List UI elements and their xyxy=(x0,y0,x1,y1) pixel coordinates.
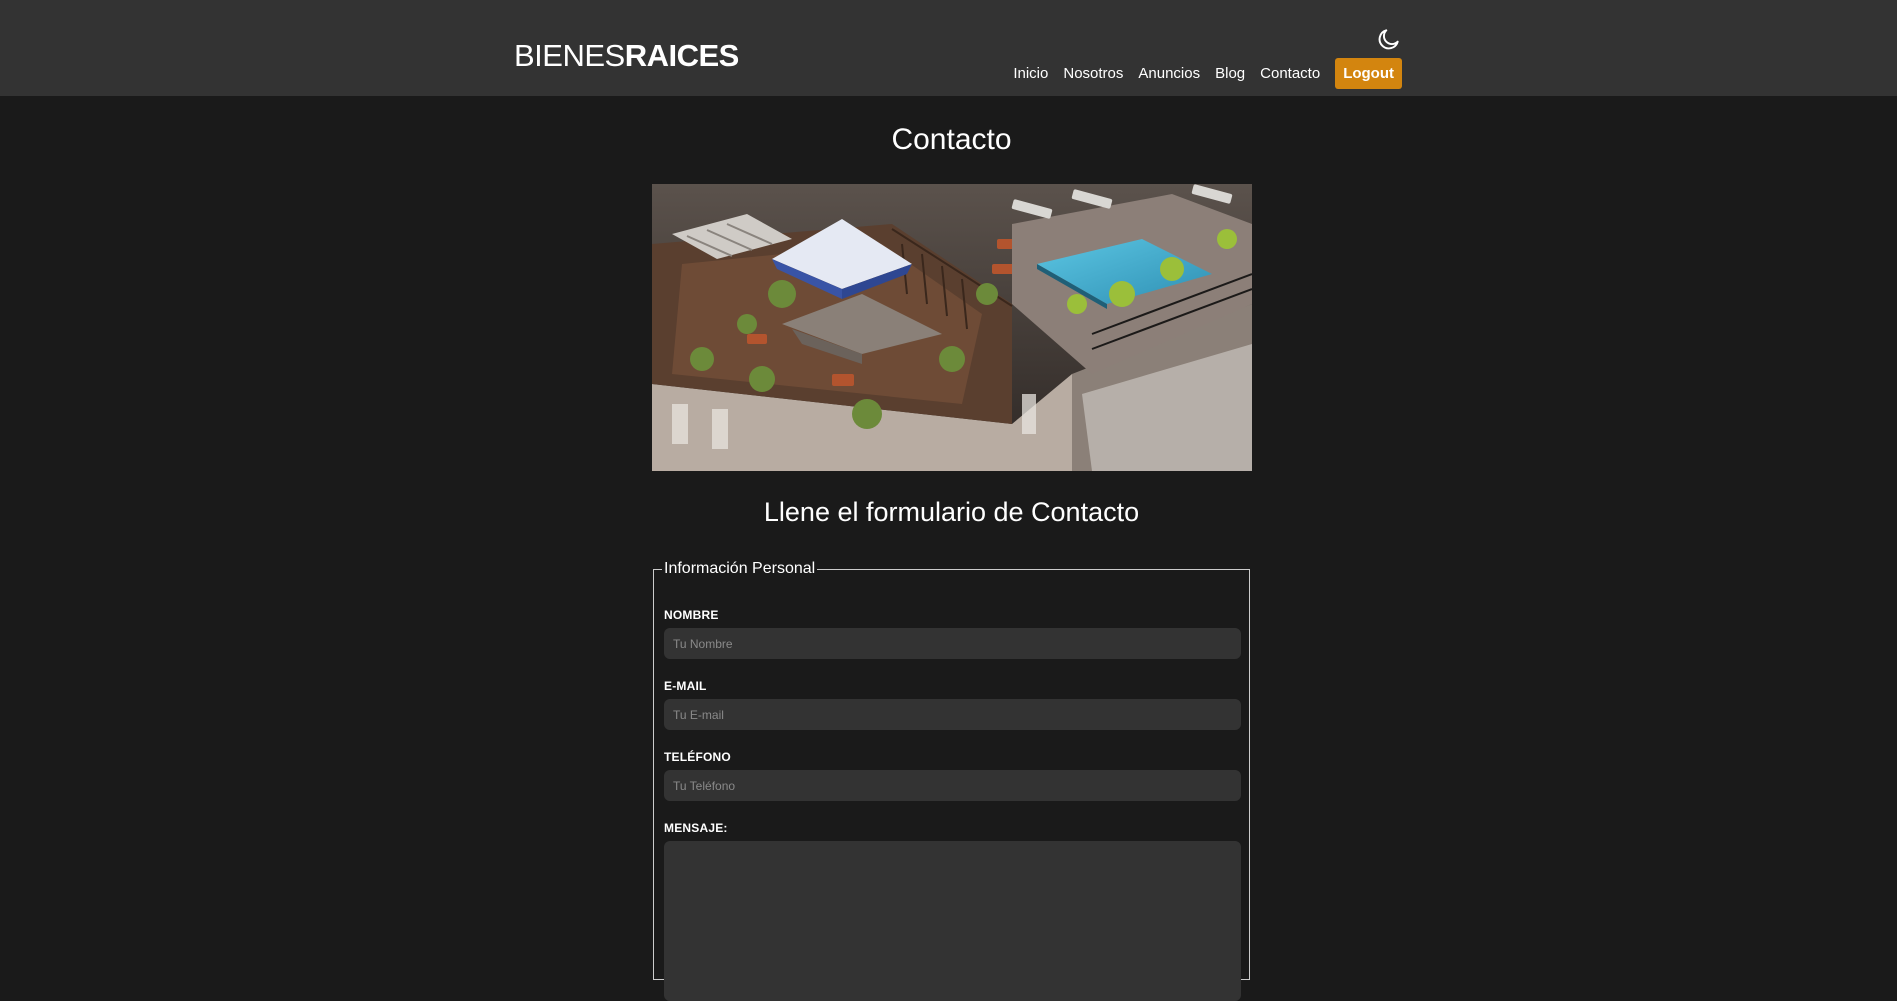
nav-contacto[interactable]: Contacto xyxy=(1260,65,1320,82)
nav-blog[interactable]: Blog xyxy=(1215,65,1245,82)
moon-icon[interactable] xyxy=(1376,26,1402,52)
email-label: E-mail xyxy=(664,679,707,693)
logout-button[interactable]: Logout xyxy=(1335,57,1402,89)
main-nav: Inicio Nosotros Anuncios Blog Contacto L… xyxy=(1013,57,1402,89)
telefono-label: Teléfono xyxy=(664,750,731,764)
nav-anuncios[interactable]: Anuncios xyxy=(1138,65,1200,82)
nombre-input[interactable] xyxy=(664,628,1241,659)
hero-image xyxy=(652,184,1252,471)
fieldset-legend: Información Personal xyxy=(664,560,816,577)
form-title: Llene el formulario de Contacto xyxy=(763,497,1140,527)
nav-inicio[interactable]: Inicio xyxy=(1013,65,1048,82)
mensaje-textarea[interactable] xyxy=(664,841,1241,1001)
logo-light-text: BIENES xyxy=(514,38,625,73)
page-title: Contacto xyxy=(891,123,1012,156)
site-header: BIENESRAICES Inicio Nosotros Anuncios Bl… xyxy=(0,0,1897,96)
site-logo[interactable]: BIENESRAICES xyxy=(514,36,739,76)
nav-nosotros[interactable]: Nosotros xyxy=(1063,65,1123,82)
logo-bold-text: RAICES xyxy=(624,38,740,73)
mensaje-label: Mensaje: xyxy=(664,821,728,835)
email-input[interactable] xyxy=(664,699,1241,730)
personal-info-fieldset: Información Personal Nombre E-mail Teléf… xyxy=(653,560,1250,1001)
nombre-label: Nombre xyxy=(664,608,719,622)
telefono-input[interactable] xyxy=(664,770,1241,801)
